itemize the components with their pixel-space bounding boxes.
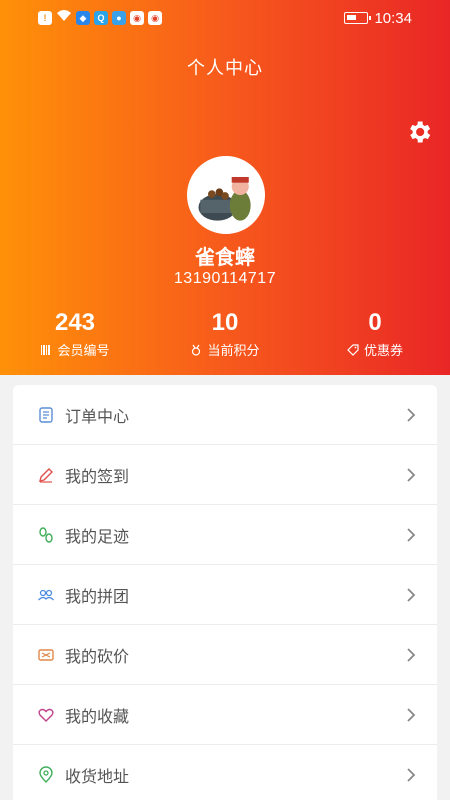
stat-value: 10 (211, 309, 239, 336)
chevron-right-icon (407, 407, 416, 422)
group-icon (37, 586, 55, 604)
settings-gear-icon[interactable] (405, 118, 433, 146)
location-icon (37, 766, 55, 784)
menu-item-checkin[interactable]: 我的签到 (13, 445, 437, 505)
stat-label: 当前积分 (207, 343, 260, 358)
menu-item-footprints[interactable]: 我的足迹 (13, 505, 437, 565)
shield-icon: ◆ (76, 11, 90, 25)
status-time: 10:34 (374, 9, 412, 27)
weibo-icon-2: ◉ (148, 11, 162, 25)
stat-value: 243 (54, 309, 96, 336)
menu-item-favorites[interactable]: 我的收藏 (13, 685, 437, 745)
menu-item-label: 我的拼团 (65, 588, 130, 606)
status-bar: ! ◆ Q ● ◉ ◉ 10:34 (0, 0, 450, 36)
alert-icon: ! (38, 11, 52, 25)
menu-item-label: 订单中心 (65, 408, 130, 426)
weibo-icon: ◉ (130, 11, 144, 25)
menu-item-label: 我的签到 (65, 468, 130, 486)
chevron-right-icon (407, 647, 416, 662)
page-title: 个人中心 (187, 58, 263, 78)
menu-item-label: 我的收藏 (65, 708, 130, 726)
menu-item-label: 收货地址 (65, 769, 130, 786)
heart-icon (37, 706, 55, 724)
stat-coupons[interactable]: 0 优惠券 (300, 308, 450, 359)
stat-label: 会员编号 (57, 343, 110, 358)
search-app-icon: Q (94, 11, 108, 25)
wifi-icon (56, 9, 72, 27)
footprint-icon (37, 526, 55, 544)
chevron-right-icon (407, 768, 416, 782)
stat-member-number[interactable]: 243 会员编号 (0, 308, 150, 359)
menu-item-orders[interactable]: 订单中心 (13, 385, 437, 445)
battery-icon (344, 12, 372, 24)
pencil-icon (37, 466, 55, 484)
menu-item-address[interactable]: 收货地址 (13, 745, 437, 800)
username: 雀食蟀 (195, 247, 255, 269)
bargain-icon (37, 646, 55, 664)
barcode-icon (41, 344, 51, 355)
stat-value: 0 (368, 309, 382, 336)
chevron-right-icon (407, 707, 416, 722)
menu-item-label: 我的砍价 (65, 648, 130, 666)
chevron-right-icon (407, 587, 416, 602)
qq-icon: ● (112, 11, 126, 25)
profile-header: ! ◆ Q ● ◉ ◉ 10:34 个人中心 雀食蟀 13190114717 2… (0, 0, 450, 375)
order-icon (37, 406, 55, 424)
stat-points[interactable]: 10 当前积分 (150, 308, 300, 359)
chevron-right-icon (407, 467, 416, 482)
phone-number: 13190114717 (173, 270, 277, 287)
status-right: 10:34 (344, 10, 412, 27)
menu-item-group-buy[interactable]: 我的拼团 (13, 565, 437, 625)
avatar[interactable] (187, 156, 265, 234)
stat-label: 优惠券 (363, 343, 403, 358)
status-icons: ! ◆ Q ● ◉ ◉ (38, 9, 162, 27)
menu-list: 订单中心 我的签到 我的足迹 我的拼团 我的砍价 我的收藏 收货地址 (13, 385, 437, 800)
avatar-image (189, 158, 263, 232)
menu-item-bargain[interactable]: 我的砍价 (13, 625, 437, 685)
chevron-right-icon (407, 527, 416, 542)
coupon-icon (347, 343, 359, 356)
medal-icon (192, 344, 201, 356)
stats-row: 243 会员编号 10 当前积分 0 优惠券 (0, 308, 450, 359)
menu-item-label: 我的足迹 (65, 528, 130, 546)
